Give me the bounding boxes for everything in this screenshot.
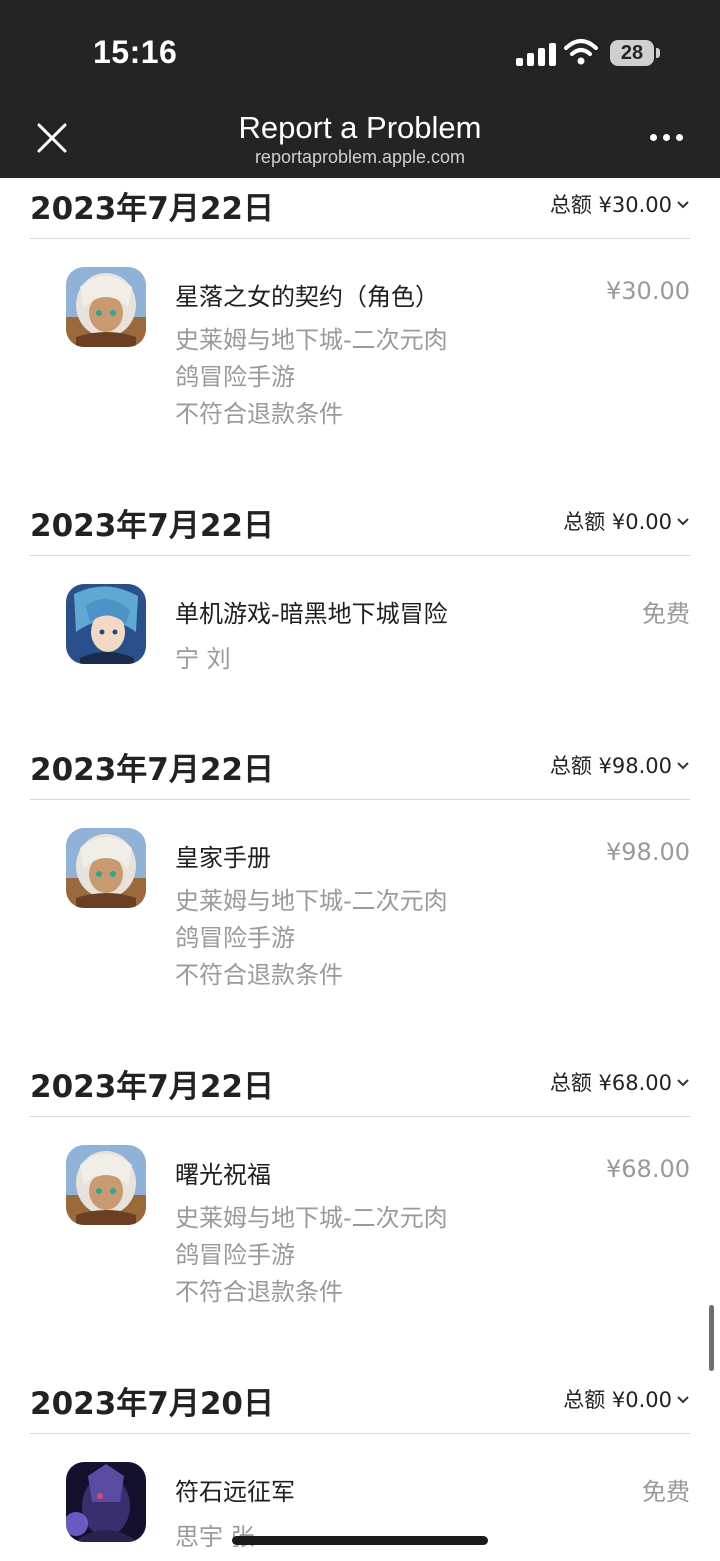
publisher-name-cont: 鸽冒险手游 bbox=[175, 1241, 295, 1269]
page-title: Report a Problem bbox=[238, 110, 482, 145]
total-amount: 总额 ¥68.00 bbox=[549, 1071, 672, 1095]
item-price: 免费 bbox=[642, 600, 690, 628]
purchase-date: 2023年7月22日 bbox=[30, 1069, 274, 1105]
item-price: ¥30.00 bbox=[606, 277, 690, 305]
item-name: 皇家手册 bbox=[175, 844, 271, 872]
total-dropdown[interactable]: 总额 ¥68.00 bbox=[550, 1067, 690, 1097]
purchase-date: 2023年7月22日 bbox=[30, 191, 274, 227]
divider bbox=[30, 1433, 690, 1434]
total-amount: 总额 ¥98.00 bbox=[549, 754, 672, 778]
refund-status: 不符合退款条件 bbox=[175, 961, 343, 989]
purchase-date: 2023年7月22日 bbox=[30, 508, 274, 544]
page-url: reportaproblem.apple.com bbox=[254, 147, 466, 167]
total-dropdown[interactable]: 总额 ¥0.00 bbox=[563, 1384, 690, 1414]
browser-header: 15:16 28 Report a Problem reportaproblem… bbox=[0, 0, 720, 178]
dark-knight-icon bbox=[66, 1462, 146, 1542]
more-options-icon[interactable] bbox=[650, 134, 683, 141]
battery-level: 28 bbox=[620, 42, 644, 64]
publisher-name: 史莱姆与地下城-二次元肉 bbox=[175, 887, 448, 915]
total-amount: 总额 ¥0.00 bbox=[563, 510, 672, 534]
publisher-name: 宁 刘 bbox=[175, 645, 231, 673]
divider bbox=[30, 555, 690, 556]
item-price: ¥68.00 bbox=[606, 1155, 690, 1183]
publisher-name-cont: 鸽冒险手游 bbox=[175, 363, 295, 391]
anime-girl-icon bbox=[66, 1145, 146, 1225]
item-name: 曙光祝福 bbox=[175, 1161, 271, 1189]
chevron-down-icon bbox=[677, 201, 689, 209]
total-dropdown[interactable]: 总额 ¥98.00 bbox=[550, 750, 690, 780]
item-name: 符石远征军 bbox=[175, 1478, 295, 1506]
home-indicator[interactable] bbox=[232, 1536, 488, 1545]
refund-status: 不符合退款条件 bbox=[175, 1278, 343, 1306]
chevron-down-icon bbox=[677, 518, 689, 526]
chevron-down-icon bbox=[677, 1396, 689, 1404]
total-amount: 总额 ¥0.00 bbox=[563, 1388, 672, 1412]
total-dropdown[interactable]: 总额 ¥0.00 bbox=[563, 506, 690, 536]
publisher-name-cont: 鸽冒险手游 bbox=[175, 924, 295, 952]
divider bbox=[30, 799, 690, 800]
item-price: ¥98.00 bbox=[606, 838, 690, 866]
total-dropdown[interactable]: 总额 ¥30.00 bbox=[550, 189, 690, 219]
total-amount: 总额 ¥30.00 bbox=[549, 193, 672, 217]
refund-status: 不符合退款条件 bbox=[175, 400, 343, 428]
anime-boy-icon bbox=[66, 584, 146, 664]
wifi-icon bbox=[564, 39, 598, 65]
item-name: 星落之女的契约（角色） bbox=[175, 283, 439, 311]
anime-girl-icon bbox=[66, 828, 146, 908]
purchase-history-list[interactable]: 2023年7月22日 总额 ¥30.00 星落之女的契约（角色） 史莱姆与地下城… bbox=[0, 0, 720, 1561]
divider bbox=[30, 1116, 690, 1117]
anime-girl-icon bbox=[66, 267, 146, 347]
status-time: 15:16 bbox=[93, 34, 178, 70]
item-name: 单机游戏-暗黑地下城冒险 bbox=[175, 600, 448, 628]
purchase-date: 2023年7月22日 bbox=[30, 752, 274, 788]
scrollbar[interactable] bbox=[709, 1305, 714, 1371]
publisher-name: 思宇 张 bbox=[175, 1523, 255, 1551]
battery-tip bbox=[656, 48, 660, 58]
publisher-name: 史莱姆与地下城-二次元肉 bbox=[175, 326, 448, 354]
chevron-down-icon bbox=[677, 762, 689, 770]
publisher-name: 史莱姆与地下城-二次元肉 bbox=[175, 1204, 448, 1232]
chevron-down-icon bbox=[677, 1079, 689, 1087]
cellular-signal-icon bbox=[516, 42, 556, 66]
purchase-date: 2023年7月20日 bbox=[30, 1386, 274, 1422]
battery-icon: 28 bbox=[610, 40, 654, 66]
item-price: 免费 bbox=[642, 1478, 690, 1506]
divider bbox=[30, 238, 690, 239]
